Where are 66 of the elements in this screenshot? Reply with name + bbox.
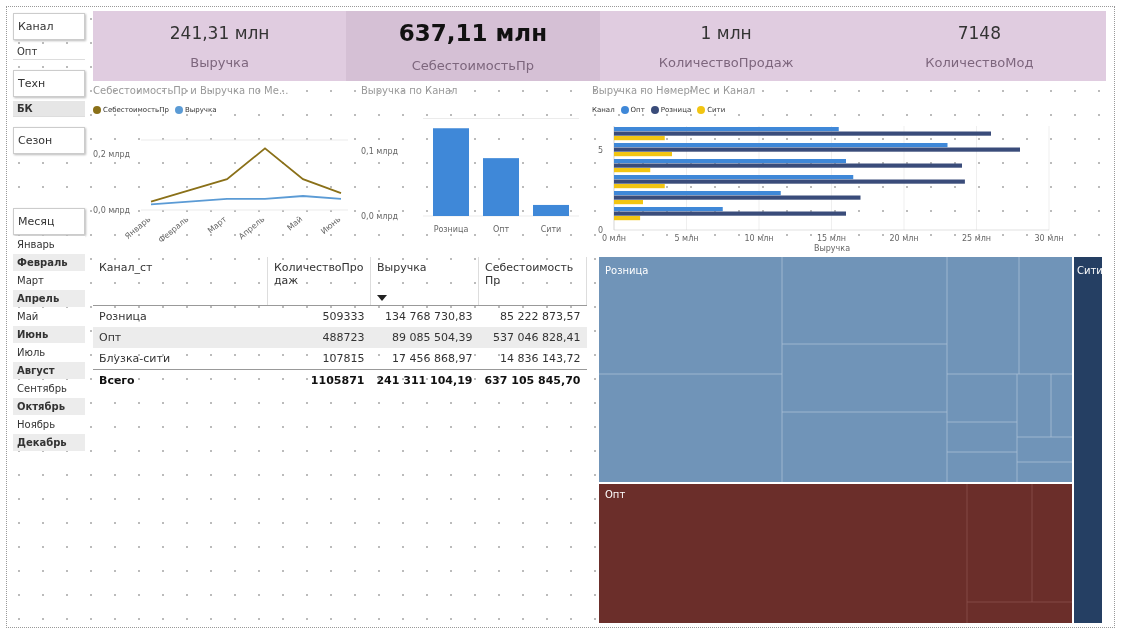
total-cell: 637 105 845,70 [478,369,587,391]
axis-label: 0,0 млрд [93,206,131,215]
kpi-value: 1 млн [700,22,752,43]
slicer-title[interactable]: Канал [13,13,85,40]
slicer-item[interactable]: Апрель [13,290,85,307]
kpi-value: 7148 [957,22,1001,43]
table-cell: 488723 [267,327,371,348]
slicer-item[interactable]: Декабрь [13,434,85,451]
column-header[interactable]: Выручка [370,257,479,306]
table-cell: Опт [93,327,268,348]
chart-title: Выручка по Канал [361,85,459,96]
table-cell: 17 456 868,97 [370,348,479,370]
slicer-title[interactable]: Техн [13,70,85,97]
sort-icon [376,295,387,301]
kpi-value: 637,11 млн [398,19,548,46]
treemap-label: Розница [605,265,649,276]
table-cell: 107815 [267,348,371,370]
kpi-label: Выручка [190,54,249,70]
table-cell: Розница [93,305,268,327]
axis-label: 0,2 млрд [93,150,131,159]
table-cell: 14 836 143,72 [478,348,587,370]
axis-label: 0,1 млрд [361,147,399,156]
axis-label: Опт [492,225,510,234]
slicer-title[interactable]: Сезон [13,127,85,154]
chart-title: Выручка по НомерМес и Канал [592,85,757,96]
axis-label: 5 [598,146,604,155]
axis-label: 0 [598,226,604,235]
table-cell: 85 222 873,57 [478,305,587,327]
total-cell: 241 311 104,19 [370,369,479,391]
axis-label: 20 млн [889,234,919,243]
column-header[interactable]: КоличествоПродаж [267,257,371,306]
axis-label: 15 млн [816,234,847,243]
kpi-label: КоличествоМод [925,54,1034,70]
slicer-item[interactable]: Февраль [13,254,85,271]
axis-label: Сити [540,225,562,234]
axis-label: 0 млн [602,234,626,243]
chart-bar [533,204,569,216]
slicer-item[interactable]: Август [13,362,85,379]
slicer-item[interactable]: Июнь [13,326,85,343]
column-header[interactable]: Канал_ст [93,257,268,306]
kpi-label: СебестоимостьПр [411,57,535,73]
kpi-value: 241,31 млн [169,22,270,43]
table-cell: 89 085 504,39 [370,327,479,348]
slicer-item[interactable]: Октябрь [13,398,85,415]
chart-title: СебестоимостьПр и Выручка по Ме... [93,85,290,96]
kpi-label: КоличествоПродаж [658,54,794,70]
column-header[interactable]: СебестоимостьПр [478,257,587,306]
axis-label: 0,0 млрд [361,212,399,221]
chart-bar [483,158,519,216]
table-cell: Блузка-сити [93,348,268,370]
slicer-item[interactable]: БК [13,101,85,117]
total-cell: Всего [93,369,268,391]
axis-label: Розница [433,225,469,234]
axis-label: 30 млн [1034,234,1064,243]
slicer-title[interactable]: Месяц [13,208,85,235]
axis-label: 10 млн [744,234,774,243]
table-cell: 509333 [267,305,371,327]
axis-label: 5 млн [674,234,699,243]
treemap-label: Сити [1077,265,1103,276]
table-cell: 537 046 828,41 [478,327,587,348]
slicer-item[interactable]: Опт [13,44,85,60]
axis-title: Выручка [813,244,851,253]
treemap-label: Опт [605,489,626,500]
total-cell: 1105871 [267,369,371,391]
axis-label: 25 млн [961,234,992,243]
table-cell: 134 768 730,83 [370,305,479,327]
